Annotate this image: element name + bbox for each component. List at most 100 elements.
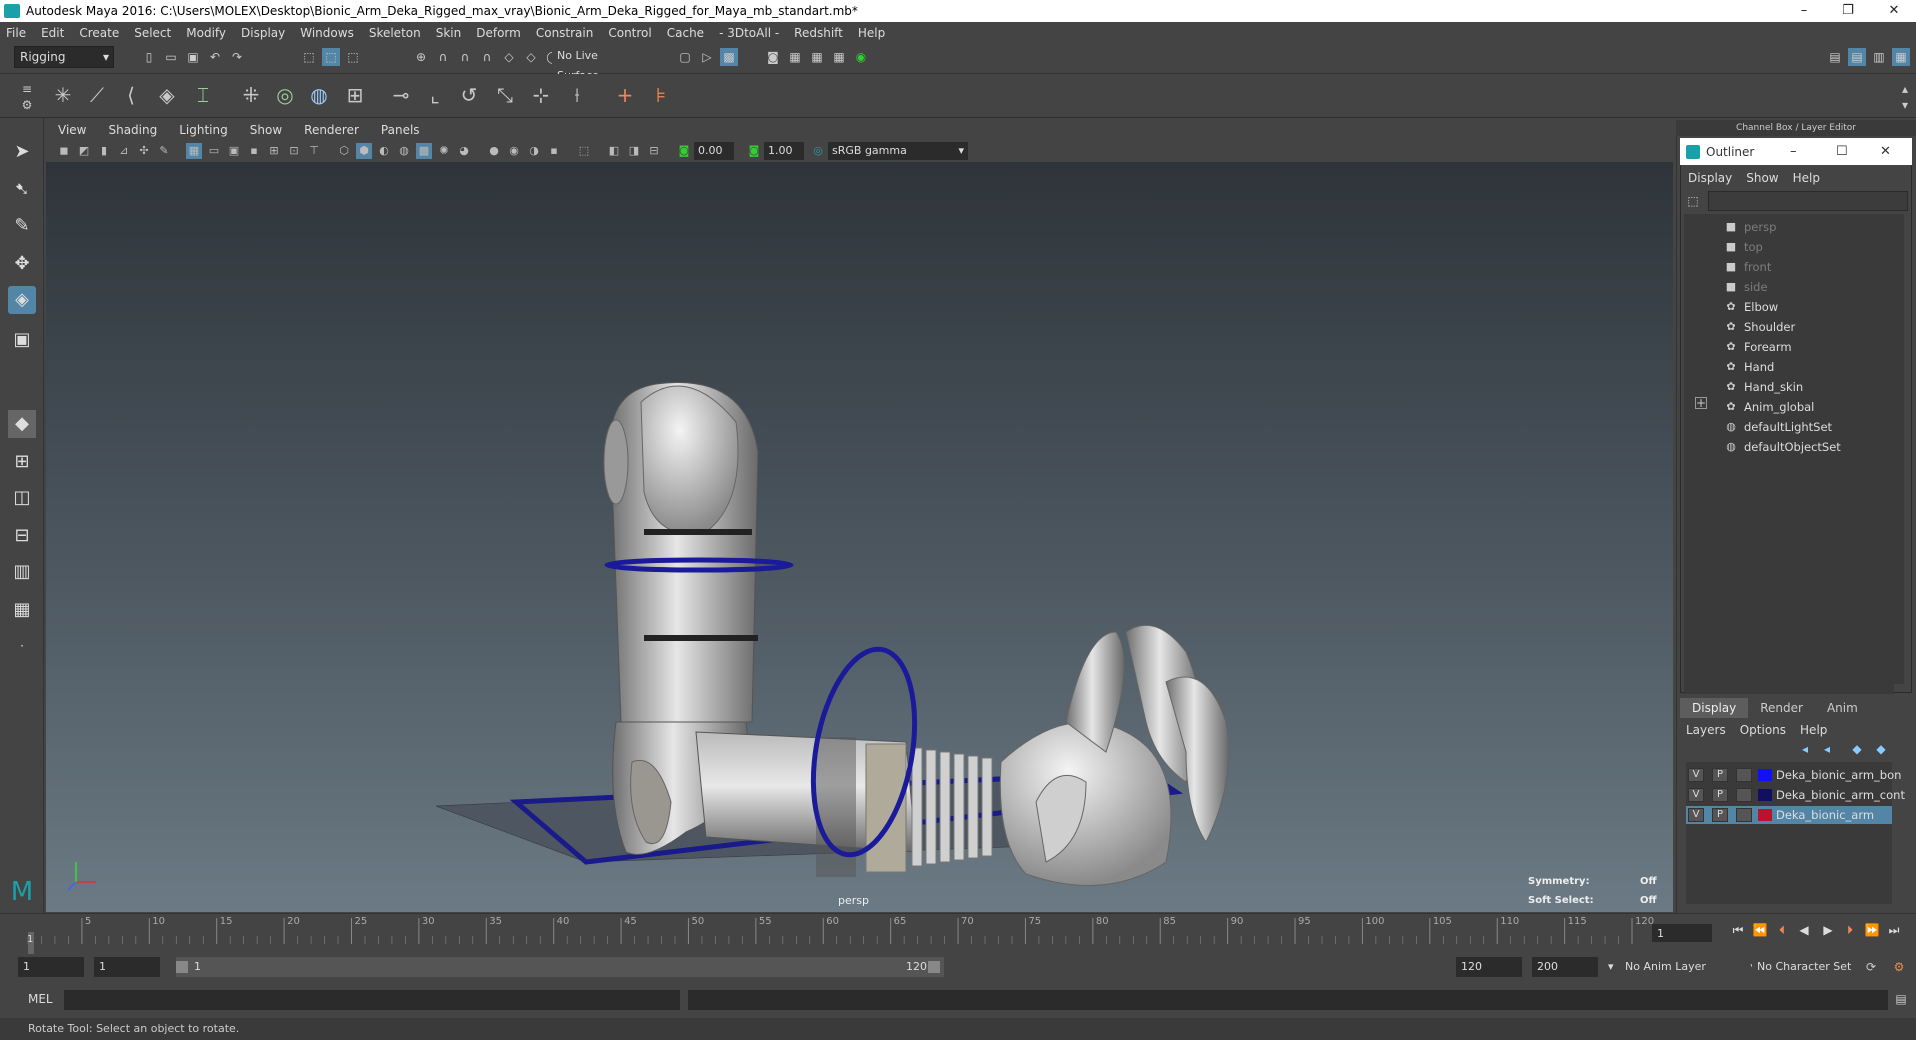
menu-deform[interactable]: Deform [476, 26, 521, 40]
grid-toggle-icon[interactable]: ▦ [186, 143, 202, 159]
smooth-shade-icon[interactable]: ⬢ [356, 143, 372, 159]
joint-tool-icon[interactable]: ✳ [48, 80, 78, 110]
xray-joints-icon[interactable]: ◨ [626, 143, 642, 159]
live-surface-field[interactable]: No Live Surface [552, 46, 642, 82]
outliner-search-input[interactable] [1708, 191, 1908, 211]
bookmark-icon[interactable]: ▮ [96, 143, 112, 159]
render-sequence-icon[interactable]: ▦ [830, 48, 848, 66]
layer-color-swatch[interactable] [1758, 769, 1772, 781]
layer-playback-toggle[interactable]: P [1712, 768, 1728, 782]
menu-redshift[interactable]: Redshift [794, 26, 843, 40]
field-chart-icon[interactable]: ⊞ [266, 143, 282, 159]
outliner-item[interactable]: Anim_global [1744, 398, 1814, 416]
outliner-minimize-button[interactable]: – [1790, 144, 1797, 159]
multisample-aa-icon[interactable]: ◑ [526, 143, 542, 159]
tool-settings-icon[interactable]: ▥ [1870, 48, 1888, 66]
snap-grid-icon[interactable]: ⊕ [412, 48, 430, 66]
playback-end-field[interactable]: 120 [1456, 957, 1522, 977]
go-to-start-icon[interactable]: ⏮ [1730, 922, 1746, 938]
play-back-icon[interactable]: ◀ [1796, 922, 1812, 938]
outliner-layout-icon[interactable]: ▦ [8, 596, 36, 624]
undo-icon[interactable]: ↶ [206, 48, 224, 66]
save-scene-icon[interactable]: ▣ [184, 48, 202, 66]
outliner-maximize-button[interactable]: ☐ [1836, 144, 1848, 159]
layer-row[interactable]: V P Deka_bionic_arm_bon [1686, 766, 1901, 784]
menu-create[interactable]: Create [79, 26, 119, 40]
vp-menu-shading[interactable]: Shading [108, 123, 157, 137]
color-management-icon[interactable]: ◎ [810, 143, 826, 159]
image-plane-icon[interactable]: ⊿ [116, 143, 132, 159]
graph-layout-icon[interactable]: ▥ [8, 558, 36, 586]
expand-icon[interactable]: + [1695, 397, 1707, 409]
command-input[interactable] [64, 990, 680, 1010]
lattice-icon[interactable]: ◎ [270, 80, 300, 110]
paint-select-icon[interactable]: ✎ [8, 212, 36, 240]
safe-action-icon[interactable]: ⊡ [286, 143, 302, 159]
step-forward-frame-icon[interactable]: ⏵ [1842, 922, 1858, 938]
step-back-frame-icon[interactable]: ⏴ [1774, 922, 1790, 938]
single-view-icon[interactable]: ◆ [8, 410, 36, 438]
snap-surface-icon[interactable]: ◇ [500, 48, 518, 66]
lasso-tool-icon[interactable]: ➷ [8, 176, 36, 204]
character-set-dropdown[interactable]: No Character Set [1752, 957, 1862, 977]
menu-constrain[interactable]: Constrain [536, 26, 594, 40]
bind-skin-icon[interactable]: ◈ [152, 80, 182, 110]
outliner-item[interactable]: side [1744, 278, 1768, 296]
use-all-lights-icon[interactable]: ✺ [436, 143, 452, 159]
camera-select-icon[interactable]: ◼ [56, 143, 72, 159]
layer-color-swatch[interactable] [1758, 809, 1772, 821]
menu-edit[interactable]: Edit [41, 26, 64, 40]
grease-pencil-icon[interactable]: ✎ [156, 143, 172, 159]
time-slider[interactable]: 5 10 15 20 25 30 35 40 45 50 55 60 65 70 75 80 85 90 95 100… [0, 913, 1916, 955]
cluster-icon[interactable]: ⁜ [236, 80, 266, 110]
exposure-field[interactable]: 0.00 [694, 142, 734, 160]
step-forward-key-icon[interactable]: ⏩ [1864, 922, 1880, 938]
wire-icon[interactable]: ◍ [304, 80, 334, 110]
locator-icon[interactable]: ⌶ [188, 80, 218, 110]
menu-skeleton[interactable]: Skeleton [369, 26, 421, 40]
outliner-menu-display[interactable]: Display [1688, 171, 1732, 185]
menu-display[interactable]: Display [241, 26, 285, 40]
layer-hscrollbar[interactable] [1686, 896, 1892, 904]
aim-constraint-icon[interactable]: ⊹ [526, 80, 556, 110]
vp-menu-renderer[interactable]: Renderer [304, 123, 359, 137]
depth-of-field-icon[interactable]: ▪ [546, 143, 562, 159]
menu-cache[interactable]: Cache [667, 26, 704, 40]
film-gate-icon[interactable]: ▭ [206, 143, 222, 159]
snap-curve-icon[interactable]: ∩ [434, 48, 452, 66]
menu-select[interactable]: Select [134, 26, 171, 40]
wireframe-on-shaded-icon[interactable]: ◍ [396, 143, 412, 159]
sculpt-icon[interactable]: ⊞ [340, 80, 370, 110]
animation-end-field[interactable]: 200 [1532, 957, 1598, 977]
layer-display-type-toggle[interactable] [1736, 788, 1752, 802]
vp-menu-show[interactable]: Show [250, 123, 282, 137]
hypershade-icon[interactable]: ▦ [808, 48, 826, 66]
minimize-button[interactable]: – [1786, 0, 1822, 22]
layer-color-swatch[interactable] [1758, 789, 1772, 801]
outliner-item[interactable]: persp [1744, 218, 1776, 236]
outliner-item[interactable]: Shoulder [1744, 318, 1795, 336]
attribute-editor-icon[interactable]: ▤ [1848, 48, 1866, 66]
restore-button[interactable]: ❐ [1830, 0, 1866, 22]
shelf-settings-icon[interactable]: ⚙ [18, 96, 36, 114]
orient-constraint-icon[interactable]: ↺ [454, 80, 484, 110]
auto-key-icon[interactable]: ⟳ [1862, 958, 1880, 976]
outliner-item[interactable]: defaultObjectSet [1744, 438, 1841, 456]
go-to-end-icon[interactable]: ⏭ [1886, 922, 1902, 938]
outliner-scrollbar[interactable] [1894, 214, 1904, 684]
tab-anim[interactable]: Anim [1815, 698, 1870, 718]
animation-start-field[interactable]: 1 [18, 957, 84, 977]
layout-options-icon[interactable]: · [8, 632, 36, 660]
vp-menu-view[interactable]: View [58, 123, 86, 137]
xray-icon[interactable]: ◧ [606, 143, 622, 159]
outliner-filter-icon[interactable]: ⬚ [1684, 192, 1702, 210]
outliner-hscrollbar[interactable] [1684, 684, 1894, 694]
tab-render[interactable]: Render [1748, 698, 1815, 718]
redshift-render-icon[interactable]: ◉ [852, 48, 870, 66]
outliner-item[interactable]: front [1744, 258, 1771, 276]
menu-control[interactable]: Control [608, 26, 651, 40]
2d-pan-icon[interactable]: ✣ [136, 143, 152, 159]
four-view-icon[interactable]: ⊞ [8, 448, 36, 476]
layer-visibility-toggle[interactable]: V [1688, 788, 1704, 802]
menu-modify[interactable]: Modify [186, 26, 226, 40]
